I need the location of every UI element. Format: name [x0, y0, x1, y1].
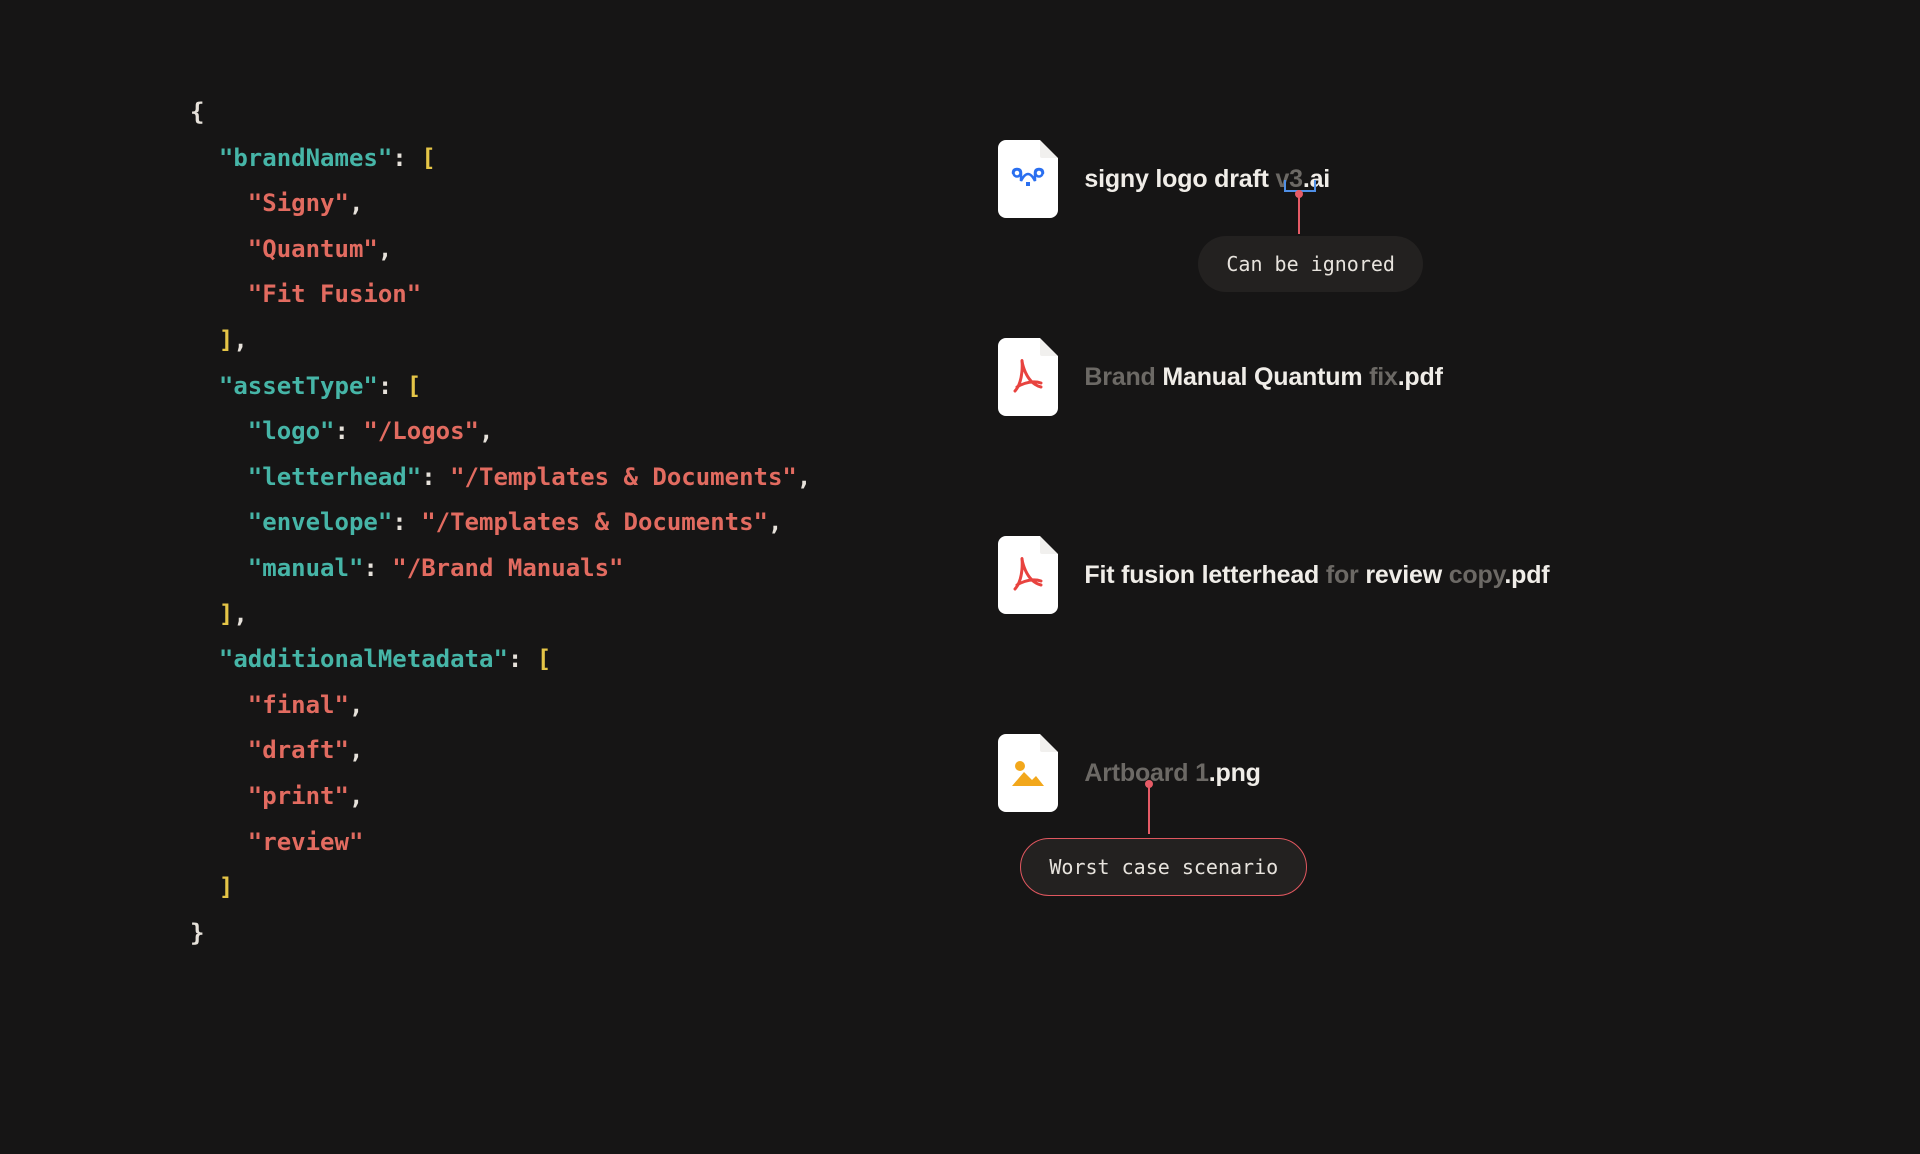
annotation-worst-case: Worst case scenario	[1020, 838, 1307, 896]
file-icon-ai	[998, 140, 1058, 218]
file-list: signy logo draft v3.ai Can be ignored	[998, 140, 1920, 812]
file-icon-pdf	[998, 338, 1058, 416]
file-icon-pdf	[998, 536, 1058, 614]
annotation-ignored: Can be ignored	[1198, 236, 1423, 292]
file-icon-image	[998, 734, 1058, 812]
file-name: Brand Manual Quantum fix.pdf	[1084, 363, 1442, 392]
file-name: Artboard 1.png	[1084, 759, 1260, 788]
annotation-pointer	[1298, 194, 1300, 238]
files-panel: signy logo draft v3.ai Can be ignored	[998, 0, 1920, 1154]
image-icon	[1010, 758, 1046, 788]
file-item: Artboard 1.png Worst case scenario	[998, 734, 1920, 812]
pdf-icon	[1011, 357, 1045, 397]
pdf-icon	[1011, 555, 1045, 595]
file-item: Fit fusion letterhead for review copy.pd…	[998, 536, 1920, 614]
vector-pen-icon	[1009, 165, 1047, 193]
file-item: signy logo draft v3.ai Can be ignored	[998, 140, 1920, 218]
code-panel: { "brandNames": [ "Signy", "Quantum", "F…	[0, 0, 998, 1154]
json-config: { "brandNames": [ "Signy", "Quantum", "F…	[190, 90, 998, 956]
layout: { "brandNames": [ "Signy", "Quantum", "F…	[0, 0, 1920, 1154]
file-name: Fit fusion letterhead for review copy.pd…	[1084, 561, 1549, 590]
annotation-pointer	[1148, 784, 1150, 838]
file-item: Brand Manual Quantum fix.pdf	[998, 338, 1920, 416]
